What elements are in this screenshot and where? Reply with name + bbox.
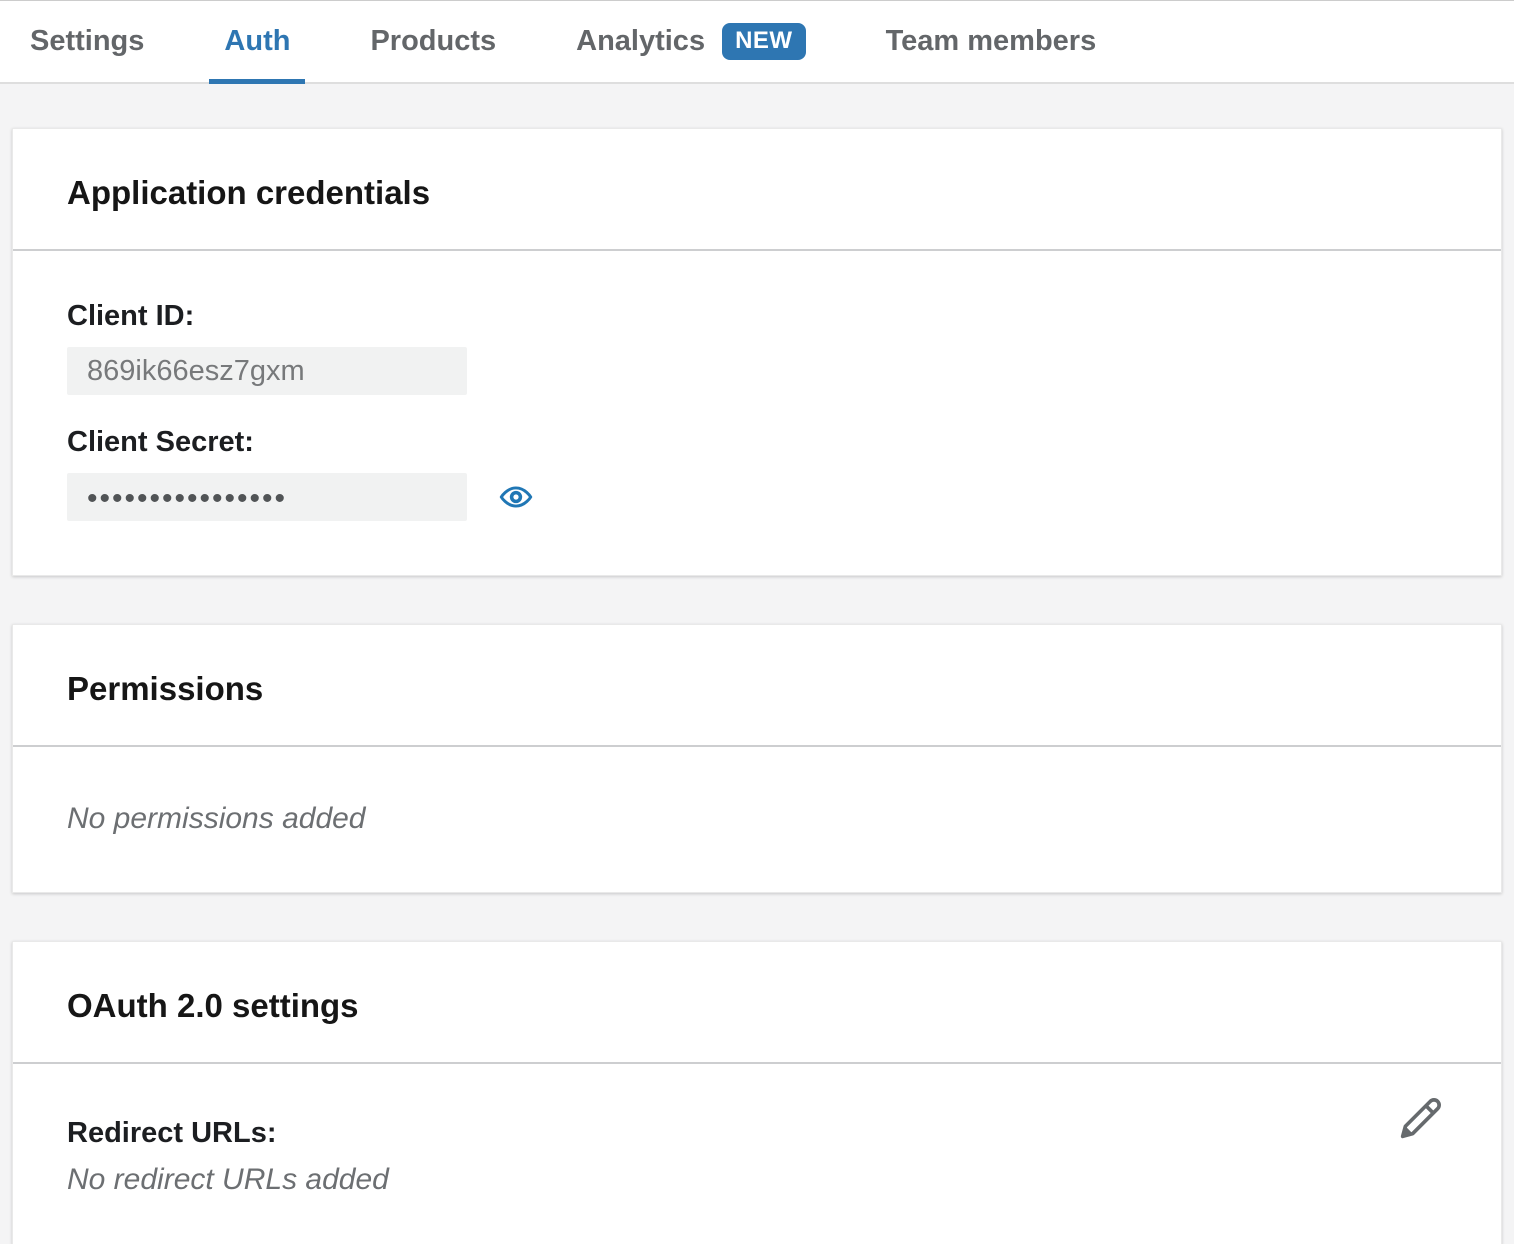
tab-settings[interactable]: Settings	[15, 1, 159, 82]
client-id-label: Client ID:	[67, 299, 1447, 333]
permissions-empty-text: No permissions added	[67, 801, 1447, 837]
tab-label: Products	[370, 25, 496, 58]
card-header: Application credentials	[13, 129, 1501, 251]
card-title: Application credentials	[67, 173, 1447, 213]
redirect-urls-label: Redirect URLs:	[67, 1116, 1447, 1150]
tab-team-members[interactable]: Team members	[871, 1, 1112, 82]
card-body: Redirect URLs: No redirect URLs added	[13, 1064, 1501, 1244]
main-content: Application credentials Client ID: 869ik…	[0, 84, 1514, 1244]
tab-label: Auth	[224, 25, 290, 58]
client-id-value: 869ik66esz7gxm	[67, 347, 467, 395]
card-header: Permissions	[13, 625, 1501, 747]
card-body: No permissions added	[13, 747, 1501, 892]
tab-label: Team members	[886, 25, 1097, 58]
card-body: Client ID: 869ik66esz7gxm Client Secret:…	[13, 251, 1501, 575]
redirect-urls-empty-text: No redirect URLs added	[67, 1162, 1447, 1198]
client-secret-value: ••••••••••••••••	[67, 473, 467, 521]
show-secret-button[interactable]	[499, 480, 533, 514]
client-secret-label: Client Secret:	[67, 425, 1447, 459]
oauth-settings-card: OAuth 2.0 settings Redirect URLs: No red…	[12, 941, 1502, 1244]
client-secret-row: ••••••••••••••••	[67, 473, 1447, 521]
tab-label: Settings	[30, 25, 144, 58]
new-badge: NEW	[722, 23, 806, 60]
card-title: Permissions	[67, 669, 1447, 709]
tab-bar: Settings Auth Products Analytics NEW Tea…	[0, 0, 1514, 84]
permissions-card: Permissions No permissions added	[12, 624, 1502, 893]
tab-auth[interactable]: Auth	[209, 1, 305, 82]
card-title: OAuth 2.0 settings	[67, 986, 1447, 1026]
tab-analytics[interactable]: Analytics NEW	[561, 1, 820, 82]
application-credentials-card: Application credentials Client ID: 869ik…	[12, 128, 1502, 576]
pencil-icon	[1399, 1096, 1443, 1140]
eye-icon	[499, 480, 533, 514]
tab-products[interactable]: Products	[355, 1, 511, 82]
edit-redirect-urls-button[interactable]	[1399, 1096, 1443, 1140]
card-header: OAuth 2.0 settings	[13, 942, 1501, 1064]
tab-label: Analytics	[576, 25, 705, 58]
